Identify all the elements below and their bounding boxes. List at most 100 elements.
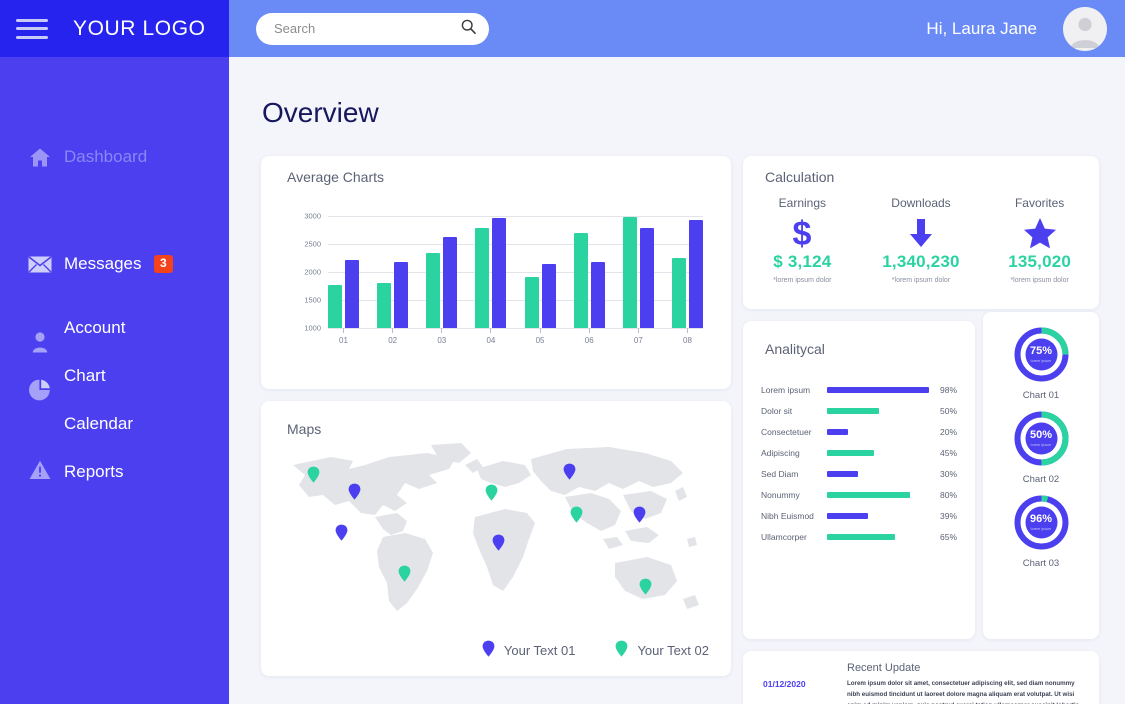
analytycal-track (827, 505, 931, 526)
map-pin[interactable] (335, 524, 348, 541)
bar (542, 264, 556, 328)
sidebar-item-messages[interactable]: Messages 3 (0, 240, 229, 288)
analytycal-percent: 30% (931, 469, 957, 479)
analytycal-track (827, 484, 931, 505)
analytycal-percent: 80% (931, 490, 957, 500)
analytycal-track (827, 421, 931, 442)
world-map[interactable] (279, 439, 713, 629)
map-pin[interactable] (570, 506, 583, 523)
map-pin[interactable] (398, 565, 411, 582)
sidebar-item-calendar[interactable]: Calendar (0, 400, 229, 448)
map-pin[interactable] (307, 466, 320, 483)
sidebar: YOUR LOGO Dashboard (0, 0, 229, 704)
topbar: Hi, Laura Jane (229, 0, 1125, 57)
donut-label: Chart 03 (1023, 558, 1059, 569)
x-tick: 06 (574, 328, 605, 345)
legend-item[interactable]: Your Text 02 (615, 640, 709, 660)
bar-group (426, 237, 457, 328)
analytycal-label: Nibh Euismod (761, 511, 827, 521)
sidebar-nav: Dashboard Messages 3 (0, 57, 229, 496)
stat-label: Earnings (779, 196, 826, 210)
analytycal-bar (827, 471, 858, 477)
x-tick: 02 (377, 328, 408, 345)
donut-subtitle: lorem ipsum (1031, 443, 1052, 447)
donut-label: Chart 01 (1023, 390, 1059, 401)
search-input[interactable] (274, 21, 461, 36)
sidebar-item-label: Calendar (64, 414, 133, 434)
map-pin[interactable] (492, 534, 505, 551)
map-pin[interactable] (633, 506, 646, 523)
bar (345, 260, 359, 328)
card-title: Recent Update (847, 662, 920, 674)
donut-center: 96% lorem ipsum (1013, 494, 1070, 551)
analytycal-percent: 50% (931, 406, 957, 416)
sidebar-item-dashboard[interactable]: Dashboard (0, 133, 229, 181)
sidebar-item-account[interactable]: Account (0, 304, 229, 352)
sidebar-item-label: Dashboard (64, 147, 147, 167)
stat-note: *lorem ipsum dolor (773, 277, 831, 284)
stat-favorites: Favorites 135,020 *lorem ipsum dolor (981, 196, 1099, 284)
star-icon (1023, 214, 1057, 252)
map-pin[interactable] (639, 578, 652, 595)
analytycal-percent: 65% (931, 532, 957, 542)
sidebar-item-label: Chart (64, 366, 106, 386)
map-pin[interactable] (348, 483, 361, 500)
home-icon (28, 145, 52, 169)
stat-earnings: Earnings $ $ 3,124 *lorem ipsum dolor (743, 196, 861, 284)
bar (689, 220, 703, 328)
analytycal-label: Adipiscing (761, 448, 827, 458)
stat-note: *lorem ipsum dolor (892, 277, 950, 284)
analytycal-bar (827, 534, 895, 540)
analytycal-label: Dolor sit (761, 406, 827, 416)
bar (492, 218, 506, 328)
recent-update-card: 01/12/2020 Recent Update Lorem ipsum dol… (743, 651, 1099, 704)
donut-subtitle: lorem ipsum (1031, 527, 1052, 531)
analytycal-percent: 39% (931, 511, 957, 521)
bar (475, 228, 489, 328)
legend-label: Your Text 02 (637, 643, 709, 658)
analytycal-row: Nonummy80% (761, 484, 957, 505)
sidebar-item-label: Messages (64, 254, 141, 274)
update-date: 01/12/2020 (763, 679, 806, 689)
bar (328, 285, 342, 328)
sidebar-item-reports[interactable]: Reports (0, 448, 229, 496)
donut-subtitle: lorem ipsum (1031, 359, 1052, 363)
analytycal-label: Sed Diam (761, 469, 827, 479)
stat-note: *lorem ipsum dolor (1010, 277, 1068, 284)
calculation-stats: Earnings $ $ 3,124 *lorem ipsum dolor Do… (743, 196, 1099, 284)
search-box[interactable] (256, 13, 489, 45)
average-charts-card: Average Charts 10001500200025003000 0102… (261, 156, 731, 389)
down-arrow-icon (908, 214, 934, 252)
map-pin[interactable] (563, 463, 576, 480)
map-pin[interactable] (485, 484, 498, 501)
search-icon[interactable] (461, 19, 476, 39)
bar-group (672, 220, 703, 328)
x-tick: 05 (525, 328, 556, 345)
analytycal-bar (827, 408, 879, 414)
avatar[interactable] (1063, 7, 1107, 51)
bar-group (475, 218, 506, 328)
analytycal-row: Nibh Euismod 39% (761, 505, 957, 526)
analytycal-label: Lorem ipsum (761, 385, 827, 395)
legend-label: Your Text 01 (504, 643, 576, 658)
map-legend: Your Text 01 Your Text 02 (482, 640, 709, 660)
map-pin-icon (482, 640, 495, 660)
stat-label: Favorites (1015, 196, 1064, 210)
hamburger-icon[interactable] (16, 19, 48, 39)
dashboard-app: YOUR LOGO Dashboard (0, 0, 1125, 704)
donut-percent: 96% (1030, 514, 1052, 525)
donut-item[interactable]: 96% lorem ipsum Chart 03 (1013, 494, 1070, 569)
x-tick: 04 (475, 328, 506, 345)
y-tick-label: 3000 (304, 212, 321, 221)
legend-item[interactable]: Your Text 01 (482, 640, 576, 660)
bar (426, 253, 440, 328)
bar (574, 233, 588, 328)
analytycal-track (827, 442, 931, 463)
analytycal-percent: 20% (931, 427, 957, 437)
pie-chart-icon (28, 390, 52, 414)
donut-ring: 50%lorem ipsum (1013, 410, 1070, 467)
donut-charts-card: 75%lorem ipsumChart 0150%lorem ipsumChar… (983, 312, 1099, 639)
donut-item[interactable]: 75%lorem ipsumChart 01 (1013, 326, 1070, 401)
x-tick: 03 (426, 328, 457, 345)
donut-item[interactable]: 50%lorem ipsumChart 02 (1013, 410, 1070, 485)
